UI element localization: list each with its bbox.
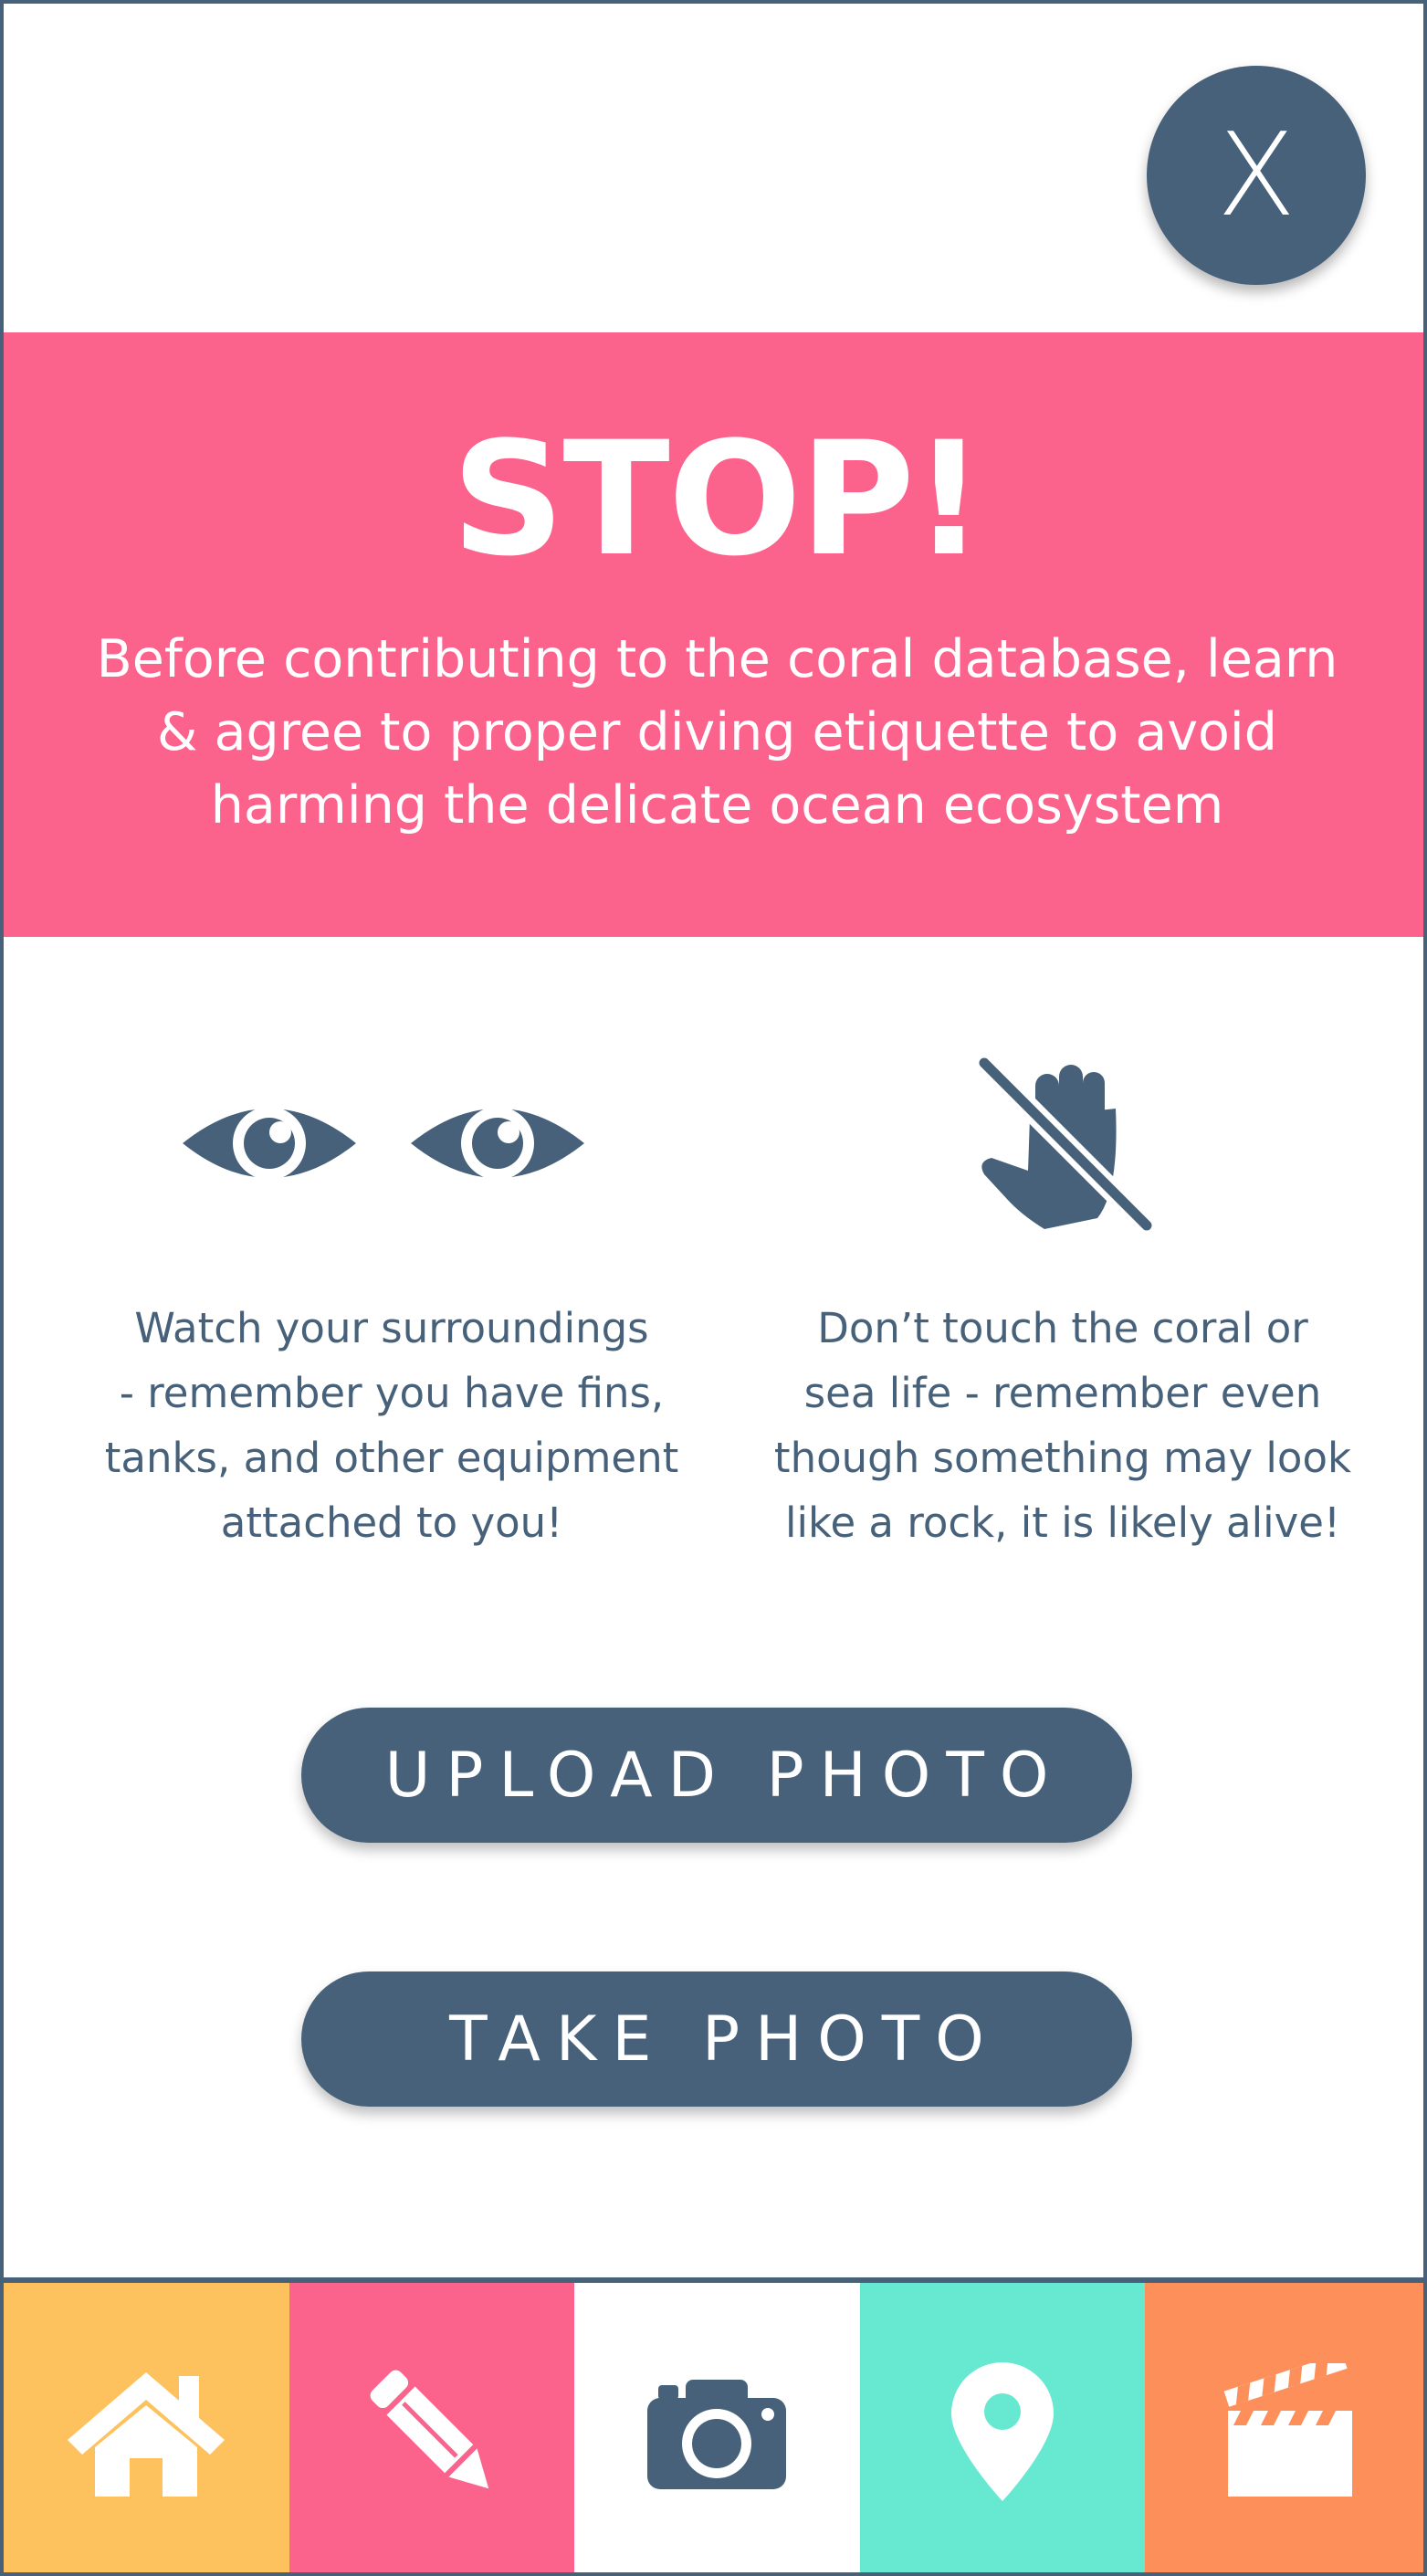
nav-videos[interactable] [1145, 2283, 1423, 2572]
nav-edit[interactable] [289, 2283, 575, 2572]
banner-title: STOP! [451, 407, 985, 591]
nav-camera[interactable] [574, 2283, 860, 2572]
camera-icon [647, 2379, 787, 2489]
tip-line: like a rock, it is likely alive! [784, 1498, 1340, 1547]
tip-line: tanks, and other equipment [104, 1434, 679, 1482]
nav-home[interactable] [4, 2283, 289, 2572]
home-icon [68, 2371, 226, 2497]
tip-line: Watch your surroundings [134, 1304, 649, 1352]
no-touch-hand-icon [973, 1054, 1154, 1236]
take-photo-label: TAKE PHOTO [449, 2003, 1000, 2076]
app-screen: X STOP! Before contributing to the coral… [0, 0, 1427, 2576]
tip-touch-text: Don’t touch the coral or sea life - reme… [771, 1296, 1355, 1555]
clapperboard-icon [1223, 2362, 1352, 2497]
banner-line: harming the delicate ocean ecosystem [210, 775, 1224, 836]
banner-line: & agree to proper diving etiquette to av… [157, 702, 1277, 762]
eyes-icon [183, 1107, 584, 1180]
upload-photo-label: UPLOAD PHOTO [384, 1739, 1065, 1812]
stop-banner: STOP! Before contributing to the coral d… [4, 332, 1423, 937]
upload-photo-button[interactable]: UPLOAD PHOTO [301, 1708, 1132, 1843]
take-photo-button[interactable]: TAKE PHOTO [301, 1971, 1132, 2107]
close-button[interactable]: X [1147, 66, 1366, 285]
tip-line: Don’t touch the coral or [817, 1304, 1308, 1352]
eye-right-icon [411, 1107, 584, 1180]
banner-line: Before contributing to the coral databas… [96, 629, 1338, 689]
tip-line: attached to you! [220, 1498, 563, 1547]
bottom-nav-bar [4, 2277, 1423, 2572]
eye-left-icon [183, 1107, 356, 1180]
nav-map[interactable] [859, 2283, 1146, 2572]
tip-watch-text: Watch your surroundings - remember you h… [104, 1296, 679, 1555]
banner-message: Before contributing to the coral databas… [58, 623, 1376, 842]
tip-line: sea life - remember even [803, 1369, 1322, 1417]
map-pin-icon [951, 2361, 1055, 2501]
tip-line: though something may look [773, 1434, 1352, 1482]
tip-line: - remember you have fins, [119, 1369, 665, 1417]
close-label: X [1216, 108, 1296, 242]
pencil-icon [370, 2370, 489, 2488]
